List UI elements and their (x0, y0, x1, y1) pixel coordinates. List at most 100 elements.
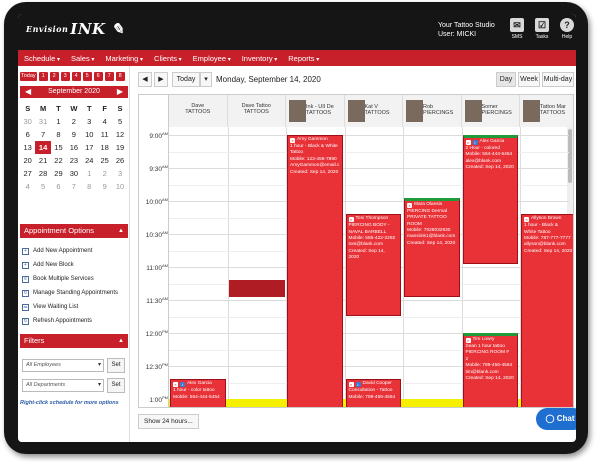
week-jump-button[interactable]: 6 (93, 72, 103, 81)
employee-header[interactable]: Tattoo Mar TATTOOS (520, 95, 573, 127)
calendar-day[interactable]: 27 (20, 167, 35, 180)
calendar-day[interactable]: 10 (112, 180, 127, 193)
calendar-day[interactable]: 9 (97, 180, 112, 193)
calendar-day[interactable]: 4 (20, 180, 35, 193)
calendar-day[interactable]: 16 (66, 141, 81, 154)
week-jump-button[interactable]: 3 (60, 72, 70, 81)
appointment-card[interactable]: × Amy Gammon 1 hour - Black & White Tattoo M… (287, 135, 343, 407)
calendar-day[interactable]: 26 (112, 154, 127, 167)
calendar-day[interactable]: 10 (82, 128, 97, 141)
calendar-day[interactable]: 6 (51, 180, 66, 193)
nav-schedule[interactable]: Schedule (24, 54, 60, 63)
calendar-day[interactable]: 3 (82, 115, 97, 128)
nav-marketing[interactable]: Marketing (105, 54, 143, 63)
help-button[interactable]: ? Help (558, 18, 576, 40)
calendar-day[interactable]: 8 (82, 180, 97, 193)
department-filter-select[interactable]: All Departments (22, 379, 104, 392)
employee-filter-set-button[interactable]: Set (107, 358, 125, 373)
calendar-day[interactable]: 23 (66, 154, 81, 167)
calendar-day[interactable]: 1 (51, 115, 66, 128)
prev-day-button[interactable]: ◀ (138, 72, 152, 87)
option-view-waiting-list[interactable]: ☰ View Waiting List (22, 300, 128, 314)
week-jump-button[interactable]: 4 (71, 72, 81, 81)
nav-reports[interactable]: Reports (288, 54, 319, 63)
calendar-day[interactable]: 4 (97, 115, 112, 128)
employee-header[interactable]: Ink - UII De TATTOOS (286, 95, 345, 127)
appointment-card[interactable]: × Allyson Brown 1 hour - Black & White Tatt… (521, 214, 573, 407)
department-filter-set-button[interactable]: Set (107, 378, 125, 393)
today-jump-button[interactable]: Today (20, 72, 37, 81)
employee-header[interactable]: Rob PIERCINGS (403, 95, 462, 127)
calendar-day[interactable]: 5 (112, 115, 127, 128)
calendar-day[interactable]: 30 (66, 167, 81, 180)
next-day-button[interactable]: ▶ (154, 72, 168, 87)
today-button[interactable]: Today (172, 72, 200, 87)
calendar-day[interactable]: 12 (112, 128, 127, 141)
tasks-button[interactable]: ☑ Tasks (533, 18, 551, 40)
calendar-day[interactable]: 17 (82, 141, 97, 154)
close-icon[interactable]: × (348, 217, 354, 223)
close-icon[interactable]: × (348, 382, 354, 388)
close-icon[interactable]: × (465, 338, 471, 343)
week-jump-button[interactable]: 8 (115, 72, 125, 81)
calendar-day[interactable]: 29 (51, 167, 66, 180)
appointment-card[interactable]: × i Alex Garcia 1 hour - color tattoo Mobile… (170, 379, 226, 407)
calendar-day[interactable]: 28 (35, 167, 50, 180)
date-picker-dropdown[interactable]: ▾ (200, 72, 212, 87)
employee-filter-select[interactable]: All Employees (22, 359, 104, 372)
appointment-options-header[interactable]: Appointment Options ▲ (20, 224, 128, 238)
chat-button[interactable]: ◯ Chat (536, 408, 576, 430)
option-manage-standing-appointments[interactable]: ↻ Manage Standing Appointments (22, 286, 128, 300)
calendar-day[interactable]: 9 (66, 128, 81, 141)
week-jump-button[interactable]: 2 (49, 72, 59, 81)
close-icon[interactable]: × (465, 140, 471, 145)
option-book-multiple-services[interactable]: ≡ Book Multiple Services (22, 272, 128, 286)
info-icon[interactable]: i (355, 382, 361, 388)
calendar-day[interactable]: 20 (20, 154, 35, 167)
nav-inventory[interactable]: Inventory (242, 54, 278, 63)
calendar-day[interactable]: 24 (82, 154, 97, 167)
calendar-day[interactable]: 25 (97, 154, 112, 167)
app-logo[interactable]: Envision INK ✎ (26, 20, 124, 38)
calendar-next-icon[interactable]: ▶ (117, 86, 123, 98)
calendar-day[interactable]: 15 (51, 141, 66, 154)
employee-header[interactable]: Dave TATTOOS (169, 95, 228, 127)
appointment-card[interactable]: × Toni Thompson PIERCING BODY - NAVAL BARBE… (345, 214, 401, 317)
appointment-card[interactable]: × Mara Olansis PIERCING Dermal PRIVATE TATT… (404, 197, 460, 297)
schedule-grid[interactable]: 9:00AM 9:30AM 10:00AM 10:30AM 11:00AM 11:30AM… (138, 94, 574, 408)
calendar-prev-icon[interactable]: ◀ (25, 86, 31, 98)
appointment-card[interactable]: × i David Cooper Consultation - Tattoo Mobil… (345, 379, 401, 407)
appointment-card[interactable]: × i Alex Garcia 2 Hour - colored Mobile: 564… (462, 135, 518, 264)
collapse-icon[interactable]: ▲ (118, 224, 124, 238)
calendar-day[interactable]: 2 (97, 167, 112, 180)
info-icon[interactable]: i (180, 382, 185, 388)
multi-day-view-button[interactable]: Multi-day (542, 72, 574, 87)
week-jump-button[interactable]: 7 (104, 72, 114, 81)
close-icon[interactable]: × (407, 202, 412, 208)
day-view-button[interactable]: Day (496, 72, 516, 87)
week-view-button[interactable]: Week (518, 72, 540, 87)
calendar-day[interactable]: 18 (97, 141, 112, 154)
close-icon[interactable]: × (173, 382, 178, 388)
close-icon[interactable]: × (524, 217, 529, 223)
appointment-card[interactable]: × Tim Lowry Sean 1 hour tattoo PIERCING ROO… (462, 333, 518, 407)
calendar-day[interactable]: 22 (51, 154, 66, 167)
employee-header[interactable]: Kat V TATTOOS (344, 95, 403, 127)
calendar-day[interactable]: 5 (35, 180, 50, 193)
info-icon[interactable]: i (472, 140, 478, 145)
option-refresh-appointments[interactable]: ↻ Refresh Appointments (22, 314, 128, 328)
employee-header[interactable]: Dave Tattoo TATTOOS (227, 95, 286, 127)
calendar-day[interactable]: 1 (82, 167, 97, 180)
calendar-day[interactable]: 19 (112, 141, 127, 154)
calendar-day-selected[interactable]: 14 (35, 141, 51, 154)
blocked-time[interactable] (228, 280, 285, 297)
calendar-day[interactable]: 6 (20, 128, 35, 141)
nav-sales[interactable]: Sales (71, 54, 94, 63)
week-jump-button[interactable]: 1 (38, 72, 48, 81)
close-icon[interactable]: × (290, 138, 295, 143)
calendar-day[interactable]: 8 (51, 128, 66, 141)
calendar-day[interactable]: 7 (35, 128, 50, 141)
option-add-new-appointment[interactable]: + Add New Appointment (22, 244, 128, 258)
calendar-day[interactable]: 3 (112, 167, 127, 180)
calendar-day[interactable]: 7 (66, 180, 81, 193)
